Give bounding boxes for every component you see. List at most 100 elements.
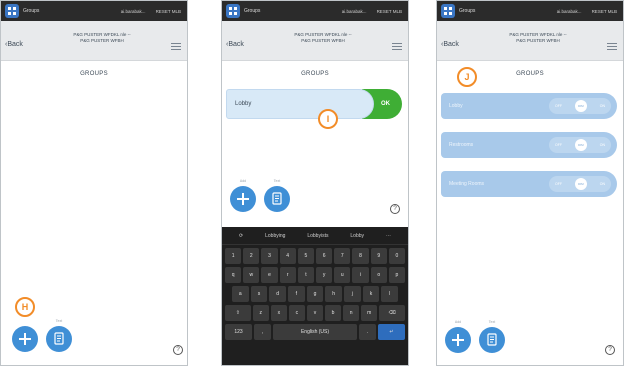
key[interactable]: 8 xyxy=(352,248,369,264)
text-button[interactable] xyxy=(264,186,290,212)
add-button[interactable] xyxy=(230,186,256,212)
suggestion-1[interactable]: Lobbying xyxy=(265,233,285,239)
back-label: Back xyxy=(7,41,23,48)
key[interactable]: h xyxy=(325,286,343,302)
plus-icon xyxy=(452,334,464,346)
fab-group: Text xyxy=(12,319,72,352)
reset-button[interactable]: RESET MLB xyxy=(592,9,617,14)
hamburger-menu-icon[interactable] xyxy=(171,43,181,50)
key[interactable]: u xyxy=(334,267,351,283)
dim-knob[interactable]: DIM xyxy=(574,100,587,112)
off-label[interactable]: OFF xyxy=(555,93,562,119)
key[interactable]: y xyxy=(316,267,333,283)
add-button[interactable] xyxy=(445,327,471,353)
key[interactable]: k xyxy=(362,286,380,302)
group-level-control[interactable]: OFF DIM ON xyxy=(549,176,611,192)
on-label[interactable]: ON xyxy=(600,132,605,158)
key[interactable]: 2 xyxy=(243,248,260,264)
key[interactable]: a xyxy=(231,286,249,302)
comma-key[interactable]: , xyxy=(253,324,271,340)
text-button[interactable] xyxy=(46,326,72,352)
hamburger-menu-icon[interactable] xyxy=(607,43,617,50)
key[interactable]: b xyxy=(325,305,342,321)
key[interactable]: w xyxy=(243,267,260,283)
key[interactable]: g xyxy=(306,286,324,302)
hamburger-menu-icon[interactable] xyxy=(392,43,402,50)
keyboard-row-space: 123 , English (US) . ↵ xyxy=(222,324,408,340)
enter-key-icon[interactable]: ↵ xyxy=(378,324,405,340)
text-button[interactable] xyxy=(479,327,505,353)
key[interactable]: i xyxy=(352,267,369,283)
key[interactable]: l xyxy=(381,286,399,302)
key[interactable]: r xyxy=(279,267,296,283)
key[interactable]: 5 xyxy=(297,248,314,264)
key[interactable]: x xyxy=(270,305,287,321)
callout-h: H xyxy=(15,297,35,317)
group-level-control[interactable]: OFF DIM ON xyxy=(549,137,611,153)
key[interactable]: 1 xyxy=(224,248,242,264)
off-label[interactable]: OFF xyxy=(555,171,562,197)
document-icon xyxy=(487,333,497,346)
help-icon[interactable]: ? xyxy=(390,204,400,214)
text-fab[interactable]: Text xyxy=(479,320,505,353)
user-label[interactable]: ai.barabak... xyxy=(342,9,367,14)
help-icon[interactable]: ? xyxy=(173,345,183,355)
nav-title-line2: P&G PUSTER WFBH xyxy=(80,38,124,43)
add-group-fab[interactable]: Add xyxy=(230,179,256,212)
key[interactable]: z xyxy=(252,305,269,321)
back-button[interactable]: ‹Back xyxy=(226,41,244,48)
group-row-restrooms[interactable]: Restrooms OFF DIM ON xyxy=(441,132,617,158)
user-label[interactable]: ai.barabak... xyxy=(557,9,582,14)
key[interactable]: 9 xyxy=(370,248,387,264)
add-group-fab[interactable] xyxy=(12,326,38,352)
key[interactable]: p xyxy=(388,267,406,283)
add-button[interactable] xyxy=(12,326,38,352)
dim-knob[interactable]: DIM xyxy=(574,139,587,151)
key[interactable]: v xyxy=(306,305,324,321)
on-label[interactable]: ON xyxy=(600,93,605,119)
key[interactable]: e xyxy=(261,267,278,283)
key[interactable]: 7 xyxy=(334,248,351,264)
key[interactable]: q xyxy=(224,267,242,283)
back-button[interactable]: ‹Back xyxy=(441,41,459,48)
key[interactable]: 3 xyxy=(261,248,278,264)
group-name: Restrooms xyxy=(449,142,474,148)
add-group-fab[interactable]: Add xyxy=(445,320,471,353)
key[interactable]: m xyxy=(361,305,378,321)
symbols-key[interactable]: 123 xyxy=(225,324,252,340)
key[interactable]: t xyxy=(297,267,314,283)
text-fab[interactable]: Text xyxy=(46,319,72,352)
back-button[interactable]: ‹Back xyxy=(5,41,23,48)
user-label[interactable]: ai.barabak... xyxy=(121,9,146,14)
suggestion-3[interactable]: Lobby xyxy=(350,233,364,239)
group-level-control[interactable]: OFF DIM ON xyxy=(549,98,611,114)
key[interactable]: 4 xyxy=(279,248,296,264)
help-icon[interactable]: ? xyxy=(605,345,615,355)
key[interactable]: s xyxy=(250,286,268,302)
app-logo-icon xyxy=(226,4,240,18)
off-label[interactable]: OFF xyxy=(555,132,562,158)
more-suggestions-icon[interactable]: ··· xyxy=(386,233,391,239)
reset-button[interactable]: RESET MLB xyxy=(156,9,181,14)
backspace-key-icon[interactable]: ⌫ xyxy=(379,305,405,321)
key[interactable]: n xyxy=(343,305,360,321)
key[interactable]: o xyxy=(370,267,387,283)
text-fab[interactable]: Text xyxy=(264,179,290,212)
keyboard-settings-icon[interactable]: ⟳ xyxy=(239,233,243,239)
key[interactable]: j xyxy=(344,286,361,302)
shift-key-icon[interactable]: ⇧ xyxy=(225,305,251,321)
period-key[interactable]: . xyxy=(359,324,377,340)
key[interactable]: f xyxy=(288,286,305,302)
key[interactable]: 0 xyxy=(388,248,406,264)
key[interactable]: 6 xyxy=(316,248,333,264)
group-row-meeting-rooms[interactable]: Meeting Rooms OFF DIM ON xyxy=(441,171,617,197)
group-name-input[interactable]: Lobby xyxy=(226,89,374,119)
space-key[interactable]: English (US) xyxy=(272,324,358,340)
dim-knob[interactable]: DIM xyxy=(574,178,587,190)
reset-button[interactable]: RESET MLB xyxy=(377,9,402,14)
suggestion-2[interactable]: Lobbyists xyxy=(307,233,328,239)
key[interactable]: d xyxy=(269,286,286,302)
group-row-lobby[interactable]: Lobby OFF DIM ON xyxy=(441,93,617,119)
key[interactable]: c xyxy=(288,305,305,321)
on-label[interactable]: ON xyxy=(600,171,605,197)
